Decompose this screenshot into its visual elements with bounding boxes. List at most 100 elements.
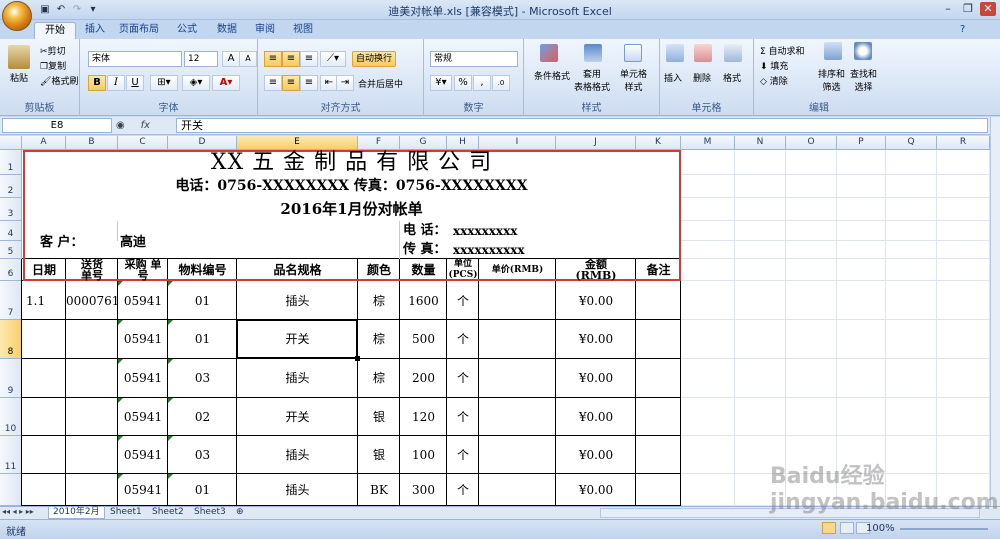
office-button[interactable] [2, 1, 32, 31]
selected-cell[interactable] [236, 319, 358, 359]
column-header[interactable]: C [118, 136, 168, 150]
row-header[interactable]: 4 [0, 221, 22, 241]
row-header[interactable]: 2 [0, 175, 22, 198]
sort-filter-icon[interactable] [824, 42, 842, 60]
tab-review[interactable]: 审阅 [250, 22, 280, 39]
align-middle-button[interactable]: ≡ [282, 51, 300, 67]
paste-icon[interactable] [8, 45, 30, 69]
font-color-button[interactable]: A▾ [212, 75, 240, 91]
minimize-icon[interactable]: – [940, 2, 956, 16]
tab-home[interactable]: 开始 [34, 22, 76, 39]
row-header[interactable]: 10 [0, 398, 22, 436]
zoom-slider[interactable] [900, 528, 988, 530]
border-button[interactable]: ⊞▾ [150, 75, 178, 91]
font-name-select[interactable]: 宋体 [88, 51, 182, 67]
row-header[interactable]: 8 [0, 320, 22, 359]
insert-sheet-icon[interactable]: ⊕ [232, 507, 248, 519]
currency-button[interactable]: ¥▾ [430, 75, 452, 91]
format-cells-button[interactable]: 格式 [723, 71, 741, 84]
fill-handle[interactable] [355, 356, 360, 361]
column-header[interactable]: R [937, 136, 990, 150]
clear-button[interactable]: ◇ 清除 [760, 74, 788, 87]
conditional-format-icon[interactable] [540, 44, 558, 62]
column-header[interactable]: E [237, 136, 358, 150]
comma-button[interactable]: , [473, 75, 491, 91]
format-cells-icon[interactable] [724, 44, 742, 62]
insert-cells-button[interactable]: 插入 [664, 71, 682, 84]
row-header[interactable]: 6 [0, 259, 22, 281]
align-left-button[interactable]: ≡ [264, 75, 282, 91]
sort-filter-button[interactable]: 排序和 筛选 [818, 67, 845, 93]
sheet-tab-sheet2[interactable]: Sheet2 [148, 507, 188, 519]
table-format-button[interactable]: 套用 表格格式 [574, 67, 610, 93]
align-bottom-button[interactable]: ≡ [300, 51, 318, 67]
row-header[interactable]: 1 [0, 150, 22, 175]
tab-data[interactable]: 数据 [212, 22, 242, 39]
insert-cells-icon[interactable] [666, 44, 684, 62]
percent-button[interactable]: % [454, 75, 472, 91]
cell-styles-button[interactable]: 单元格 样式 [620, 67, 647, 93]
column-header[interactable]: M [681, 136, 735, 150]
shrink-font-button[interactable]: A [239, 51, 257, 67]
select-all-corner[interactable] [0, 136, 22, 150]
row-header[interactable]: 3 [0, 198, 22, 221]
row-header[interactable] [0, 474, 22, 506]
column-header[interactable]: D [168, 136, 237, 150]
sheet-tab-sheet3[interactable]: Sheet3 [190, 507, 230, 519]
name-box[interactable]: E8 [2, 118, 112, 133]
align-top-button[interactable]: ≡ [264, 51, 282, 67]
row-header[interactable]: 7 [0, 281, 22, 320]
column-header[interactable]: O [786, 136, 837, 150]
column-header[interactable]: N [735, 136, 786, 150]
copy-button[interactable]: ❐复制 [40, 59, 66, 72]
grow-font-button[interactable]: A [222, 51, 240, 67]
column-header[interactable]: G [400, 136, 447, 150]
qat-dropdown-icon[interactable]: ▾ [86, 3, 100, 16]
formula-dropdown-icon[interactable]: ◉ [116, 120, 125, 131]
increase-indent-button[interactable]: ⇥ [336, 75, 354, 91]
autosum-button[interactable]: Σ 自动求和 [760, 44, 805, 57]
close-icon[interactable]: ✕ [980, 2, 996, 16]
find-select-icon[interactable] [854, 42, 872, 60]
fx-icon[interactable]: fx [141, 120, 150, 131]
column-header[interactable]: Q [886, 136, 937, 150]
align-center-button[interactable]: ≡ [282, 75, 300, 91]
delete-cells-icon[interactable] [694, 44, 712, 62]
column-header[interactable]: K [636, 136, 681, 150]
sheet-tab-2010-feb[interactable]: 2010年2月 [48, 507, 105, 519]
normal-view-icon[interactable] [822, 522, 836, 534]
column-header[interactable]: P [837, 136, 886, 150]
cut-button[interactable]: ✂剪切 [40, 44, 66, 57]
italic-button[interactable]: I [107, 75, 125, 91]
table-format-icon[interactable] [584, 44, 602, 62]
underline-button[interactable]: U [126, 75, 144, 91]
row-header[interactable]: 9 [0, 359, 22, 398]
column-header[interactable]: J [556, 136, 636, 150]
merge-center-button[interactable]: 合并后居中 [358, 77, 403, 90]
column-header[interactable]: H [447, 136, 479, 150]
zoom-level[interactable]: 100% [866, 523, 895, 534]
format-painter-button[interactable]: 🖌格式刷 [40, 74, 78, 87]
help-icon[interactable]: ? [960, 24, 965, 35]
fill-button[interactable]: ⬇ 填充 [760, 59, 788, 72]
row-header[interactable]: 11 [0, 436, 22, 474]
undo-icon[interactable]: ↶ [54, 3, 68, 16]
column-header[interactable]: F [358, 136, 400, 150]
worksheet-grid[interactable]: A B C D E F G H I J K M N O P Q R 1 2 3 4 5 6 7 8 9 10 11 XX 五 金 制 品… [0, 136, 990, 506]
sheet-nav-icons[interactable]: ◂◂ ◂ ▸ ▸▸ [2, 507, 34, 516]
number-format-select[interactable]: 常规 [430, 51, 518, 67]
sheet-tab-sheet1[interactable]: Sheet1 [106, 507, 146, 519]
bold-button[interactable]: B [88, 75, 106, 91]
fill-color-button[interactable]: ◈▾ [182, 75, 210, 91]
increase-decimal-button[interactable]: .0 [492, 75, 510, 91]
find-select-button[interactable]: 查找和 选择 [850, 67, 877, 93]
paste-button[interactable]: 粘贴 [10, 71, 28, 84]
restore-icon[interactable]: ❐ [960, 2, 976, 16]
column-header[interactable]: A [22, 136, 66, 150]
orientation-button[interactable]: ⟋▾ [320, 51, 346, 67]
font-size-select[interactable]: 12 [184, 51, 218, 67]
tab-view[interactable]: 视图 [288, 22, 318, 39]
save-icon[interactable]: ▣ [38, 3, 52, 16]
wrap-text-button[interactable]: 自动换行 [352, 51, 397, 67]
tab-page-layout[interactable]: 页面布局 [116, 22, 162, 39]
